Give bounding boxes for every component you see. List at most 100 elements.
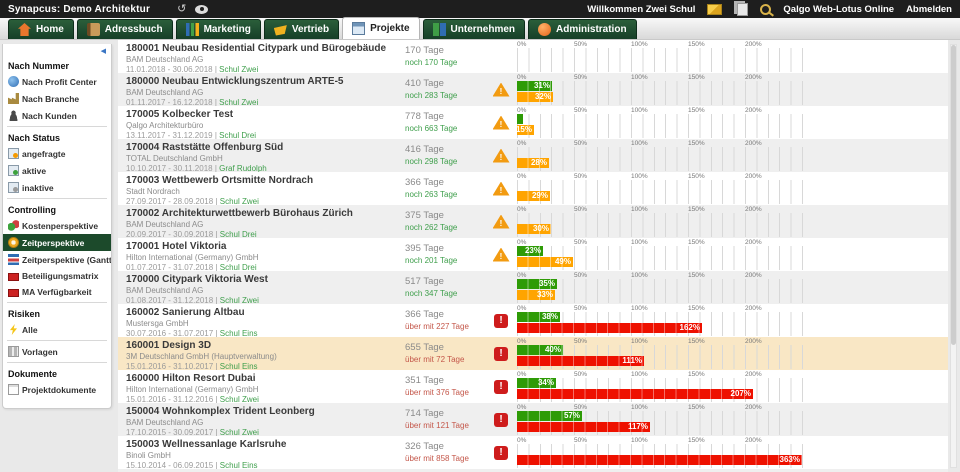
project-period: 15.01.2016 - 31.12.2016	[126, 395, 216, 403]
logout-link[interactable]: Abmelden	[906, 4, 952, 15]
sidebar-item-zeitperspektive[interactable]: Zeitperspektive	[3, 234, 111, 251]
tab-vertrieb[interactable]: Vertrieb	[263, 19, 340, 39]
project-manager[interactable]: Schul Zwei	[219, 65, 258, 73]
sidebar-item-projektdokumente[interactable]: Projektdokumente	[3, 381, 111, 398]
alert-icon: !	[494, 412, 508, 427]
project-row[interactable]: 150004 Wohnkomplex Trident Leonberg BAM …	[118, 403, 948, 436]
project-row[interactable]: 160001 Design 3D 3M Deutschland GmbH (Ha…	[118, 337, 948, 370]
project-row[interactable]: 180001 Neubau Residential Citypark und B…	[118, 40, 948, 73]
axis-tick-label: 0%	[517, 74, 527, 81]
sidebar-item-angefragte[interactable]: angefragte	[3, 145, 111, 162]
chart-gridlines	[517, 279, 803, 303]
project-duration: 714 Tage	[405, 408, 444, 419]
history-icon[interactable]	[177, 4, 186, 14]
project-manager[interactable]: Schul Drei	[220, 230, 257, 238]
home-icon	[18, 23, 31, 36]
elapsed-time-bar: 363%	[517, 455, 802, 465]
project-row[interactable]: 160002 Sanierung Altbau Mustersga GmbH 3…	[118, 304, 948, 337]
sidebar-item-inaktive[interactable]: inaktive	[3, 179, 111, 196]
online-link[interactable]: Qalgo Web-Lotus Online	[783, 4, 894, 15]
project-row[interactable]: 170004 Raststätte Offenburg Süd TOTAL De…	[118, 139, 948, 172]
scrollbar-thumb[interactable]	[951, 45, 956, 345]
sidebar-item-aktive[interactable]: aktive	[3, 162, 111, 179]
completion-bar: 31%	[517, 81, 552, 91]
mail-icon[interactable]	[707, 3, 723, 15]
sidebar-divider	[7, 362, 107, 363]
kunden-icon	[8, 110, 19, 121]
sidebar-item-alle[interactable]: Alle	[3, 321, 111, 338]
project-remaining: über mit 121 Tage	[405, 421, 469, 430]
sidebar-item-vorlagen[interactable]: Vorlagen	[3, 343, 111, 360]
project-row[interactable]: 170000 Citypark Viktoria West BAM Deutsc…	[118, 271, 948, 304]
sidebar-item-nach-profit-center[interactable]: Nach Profit Center	[3, 73, 111, 90]
axis-tick-label: 200%	[745, 404, 762, 411]
project-manager[interactable]: Schul Eins	[220, 329, 258, 337]
collapse-sidebar-icon[interactable]	[3, 46, 111, 57]
project-manager[interactable]: Schul Eins	[220, 461, 258, 469]
bar-value-label: 35%	[538, 279, 555, 288]
tab-home[interactable]: Home	[8, 19, 74, 39]
ma-verfuegbarkeit-icon	[8, 288, 19, 297]
project-manager[interactable]: Schul Drei	[219, 131, 256, 139]
project-company: BAM Deutschland AG	[126, 55, 204, 64]
project-title: 160000 Hilton Resort Dubai	[126, 373, 256, 384]
project-row[interactable]: 170002 Architekturwettbewerb Bürohaus Zü…	[118, 205, 948, 238]
project-manager[interactable]: Schul Zwei	[220, 197, 259, 205]
search-icon[interactable]	[760, 3, 772, 15]
project-manager[interactable]: Schul Drei	[220, 263, 257, 271]
project-row[interactable]: 170005 Kolbecker Test Qalgo Architekturb…	[118, 106, 948, 139]
project-title: 170002 Architekturwettbewerb Bürohaus Zü…	[126, 208, 353, 219]
project-remaining: noch 283 Tage	[405, 91, 458, 100]
axis-tick-label: 0%	[517, 371, 527, 378]
tab-administration[interactable]: Administration	[528, 19, 637, 39]
project-row[interactable]: 170001 Hotel Viktoria Hilton Internation…	[118, 238, 948, 271]
warning-icon: !	[492, 148, 510, 163]
vertical-scrollbar[interactable]	[950, 44, 957, 468]
vorlagen-icon	[8, 346, 19, 357]
axis-tick-label: 100%	[631, 338, 648, 345]
sidebar-item-kostenperspektive[interactable]: Kostenperspektive	[3, 217, 111, 234]
project-company: BAM Deutschland AG	[126, 418, 204, 427]
project-row[interactable]: 180000 Neubau Entwicklungszentrum ARTE-5…	[118, 73, 948, 106]
copy-icon[interactable]	[737, 2, 749, 16]
bar-value-label: 23%	[524, 246, 541, 255]
bar-value-label: 31%	[533, 81, 550, 90]
bar-value-label: 363%	[779, 455, 800, 464]
completion-bar: 57%	[517, 411, 582, 421]
progress-chart: 0% 50% 100% 150% 200%	[515, 40, 948, 73]
project-manager[interactable]: Schul Eins	[220, 362, 258, 370]
tab-adressbuch[interactable]: Adressbuch	[76, 19, 173, 39]
tab-projekte[interactable]: Projekte	[342, 17, 420, 39]
axis-tick-label: 100%	[631, 404, 648, 411]
sidebar-item-ma-verf-gbarkeit[interactable]: MA Verfügbarkeit	[3, 284, 111, 300]
project-manager[interactable]: Schul Zwei	[220, 428, 259, 436]
sidebar-item-nach-branche[interactable]: Nach Branche	[3, 90, 111, 107]
axis-tick-label: 100%	[631, 140, 648, 147]
axis-tick-label: 150%	[688, 140, 705, 147]
project-period: 13.11.2017 - 31.12.2019	[126, 131, 215, 139]
axis-tick-label: 0%	[517, 338, 527, 345]
project-row[interactable]: 160000 Hilton Resort Dubai Hilton Intern…	[118, 370, 948, 403]
project-manager[interactable]: Graf Rudolph	[219, 164, 267, 172]
eye-icon[interactable]	[195, 4, 209, 14]
project-manager[interactable]: Schul Zwei	[219, 98, 258, 106]
tab-unternehmen[interactable]: Unternehmen	[422, 19, 525, 39]
elapsed-time-bar: 29%	[517, 191, 550, 201]
elapsed-time-bar: 117%	[517, 422, 650, 432]
sidebar-item-beteiligungsmatrix[interactable]: Beteiligungsmatrix	[3, 268, 111, 284]
project-period: 01.11.2017 - 16.12.2018	[126, 98, 215, 106]
project-title: 170001 Hotel Viktoria	[126, 241, 227, 252]
sidebar-item-nach-kunden[interactable]: Nach Kunden	[3, 107, 111, 124]
project-manager[interactable]: Schul Zwei	[220, 296, 259, 304]
sidebar-item-zeitperspektive-gantt[interactable]: Zeitperspektive (Gantt)	[3, 251, 111, 268]
project-row[interactable]: 150003 Wellnessanlage Karlsruhe Binoli G…	[118, 436, 948, 469]
project-manager[interactable]: Schul Zwei	[220, 395, 259, 403]
sidebar-entries: Nach Nummer Nach Profit Center Nach Bran…	[3, 57, 111, 398]
tab-marketing[interactable]: Marketing	[175, 19, 261, 39]
axis-tick-label: 50%	[574, 338, 588, 345]
axis-tick-label: 50%	[574, 404, 588, 411]
project-row[interactable]: 170003 Wettbewerb Ortsmitte Nordrach Sta…	[118, 172, 948, 205]
axis-tick-label: 50%	[574, 206, 588, 213]
progress-chart: 0% 50% 100% 150% 200% 35% 33%	[515, 271, 948, 304]
bar-value-label: 117%	[627, 422, 648, 431]
